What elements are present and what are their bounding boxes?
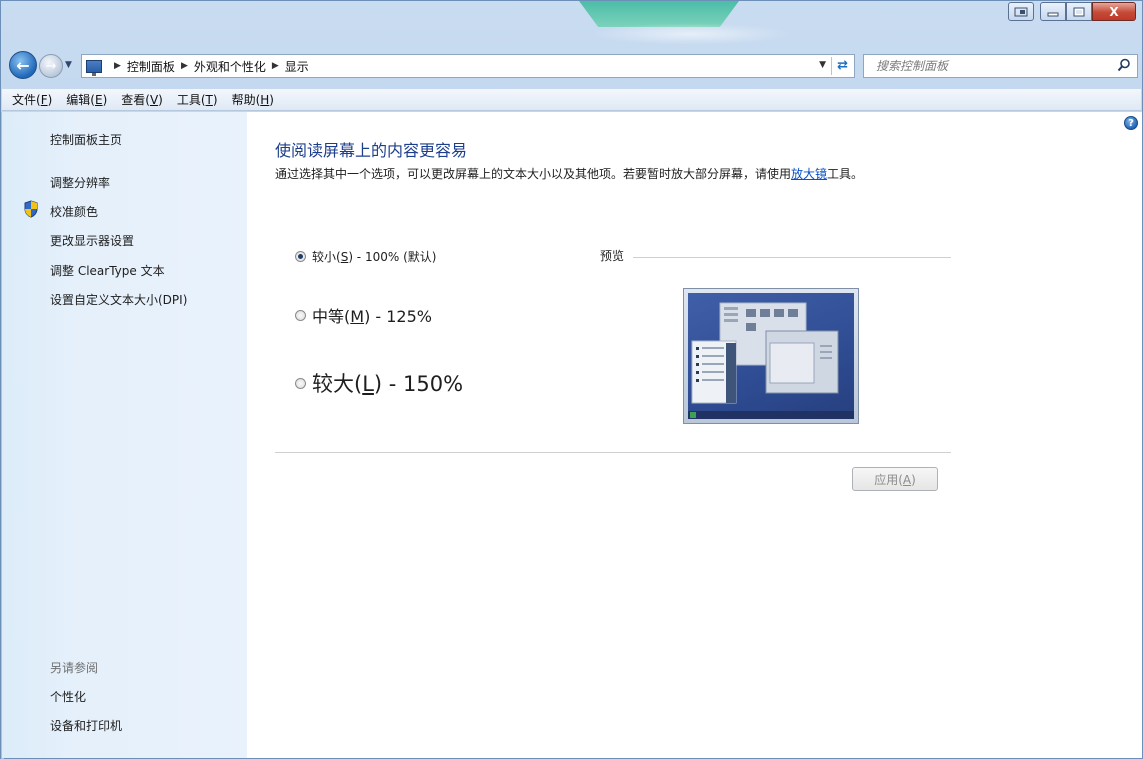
sidebar-link-cleartype[interactable]: 调整 ClearType 文本: [50, 262, 165, 279]
preview-divider: [633, 257, 951, 258]
breadcrumb-item-appearance[interactable]: 外观和个性化: [194, 58, 266, 75]
close-button[interactable]: X: [1092, 2, 1136, 21]
maximize-icon: [1073, 7, 1085, 16]
page-title: 使阅读屏幕上的内容更容易: [275, 141, 468, 160]
see-also-heading: 另请参阅: [50, 661, 99, 675]
breadcrumb-item-control-panel[interactable]: 控制面板: [127, 58, 175, 75]
sidebar-link-personalization[interactable]: 个性化: [50, 688, 86, 705]
preview-image: [683, 288, 859, 424]
menu-item[interactable]: 工具(T): [177, 91, 218, 108]
address-dropdown-icon[interactable]: ▼: [819, 60, 826, 70]
refresh-icon[interactable]: ⇄: [837, 58, 848, 73]
search-box[interactable]: [863, 54, 1138, 78]
menu-bar: 文件(F) 编辑(E) 查看(V) 工具(T) 帮助(H): [2, 89, 1141, 111]
option-smaller-label: 较小(S) - 100% (默认): [312, 250, 437, 264]
back-arrow-icon: ←: [16, 55, 30, 75]
breadcrumb-separator-icon[interactable]: ▶: [272, 61, 279, 71]
menu-item[interactable]: 文件(F): [12, 91, 52, 108]
caption-buttons: X: [1008, 2, 1136, 21]
option-medium-label: 中等(M) - 125%: [312, 307, 432, 326]
page-description: 通过选择其中一个选项，可以更改屏幕上的文本大小以及其他项。若要暂时放大部分屏幕，…: [275, 166, 955, 183]
forward-button[interactable]: →: [39, 54, 63, 78]
back-button[interactable]: ←: [9, 51, 37, 79]
option-smaller[interactable]: 较小(S) - 100% (默认): [295, 248, 436, 265]
sidebar-link-home[interactable]: 控制面板主页: [50, 131, 122, 148]
forward-arrow-icon: →: [45, 58, 57, 74]
preview-label: 预览: [600, 249, 625, 263]
radio-medium[interactable]: [295, 309, 306, 321]
address-bar[interactable]: ▶ 控制面板 ▶ 外观和个性化 ▶ 显示 ▼ ⇄: [81, 54, 855, 78]
content-pane: ? 使阅读屏幕上的内容更容易 通过选择其中一个选项，可以更改屏幕上的文本大小以及…: [247, 112, 1142, 758]
minimize-icon: [1047, 12, 1059, 16]
breadcrumb-item-display[interactable]: 显示: [285, 58, 309, 75]
sidebar-link-custom-dpi[interactable]: 设置自定义文本大小(DPI): [50, 291, 187, 308]
breadcrumb-separator-icon[interactable]: ▶: [114, 61, 121, 71]
search-input[interactable]: [876, 59, 1106, 73]
history-dropdown-icon[interactable]: ▼: [65, 60, 72, 70]
close-icon: X: [1109, 4, 1119, 19]
sidebar-link-devices-printers[interactable]: 设备和打印机: [50, 717, 122, 734]
menu-item[interactable]: 查看(V): [121, 91, 163, 108]
restore-small-button[interactable]: [1008, 2, 1034, 21]
preview-illustration: [688, 302, 854, 419]
search-icon[interactable]: [1117, 58, 1131, 72]
sidebar-link-resolution[interactable]: 调整分辨率: [50, 174, 110, 191]
sidebar-link-calibrate-color[interactable]: 校准颜色: [50, 203, 98, 220]
address-divider: [831, 57, 832, 75]
option-larger-label: 较大(L) - 150%: [312, 372, 464, 396]
radio-smaller[interactable]: [295, 251, 306, 262]
preview-screen: [688, 293, 854, 419]
control-panel-icon: [86, 59, 102, 76]
description-tail: 工具。: [827, 167, 864, 181]
breadcrumb-separator-icon[interactable]: ▶: [181, 61, 188, 71]
title-highlight: [591, 23, 791, 45]
magnifier-link[interactable]: 放大镜: [791, 167, 827, 181]
option-medium[interactable]: 中等(M) - 125%: [295, 303, 432, 327]
apply-button[interactable]: 应用(A): [852, 467, 938, 491]
radio-larger[interactable]: [295, 377, 306, 389]
breadcrumb: ▶ 控制面板 ▶ 外观和个性化 ▶ 显示: [108, 58, 309, 75]
option-larger[interactable]: 较大(L) - 150%: [295, 368, 463, 398]
task-pane: 控制面板主页 调整分辨率 校准颜色 更改显示器设置 调整 ClearType 文…: [2, 112, 247, 758]
navigation-bar: ← → ▼ ▶ 控制面板 ▶ 外观和个性化 ▶ 显示 ▼ ⇄: [1, 45, 1142, 83]
control-panel-window: X ← → ▼ ▶ 控制面板 ▶ 外观和个性化 ▶ 显示 ▼ ⇄ 搜索控制面板 …: [0, 0, 1143, 759]
maximize-button[interactable]: [1066, 2, 1092, 21]
description-text: 通过选择其中一个选项，可以更改屏幕上的文本大小以及其他项。若要暂时放大部分屏幕，…: [275, 167, 792, 181]
section-divider: [275, 452, 951, 453]
uac-shield-icon: [24, 200, 38, 218]
minimize-button[interactable]: [1040, 2, 1066, 21]
help-icon[interactable]: ?: [1124, 116, 1138, 130]
menu-item[interactable]: 帮助(H): [232, 91, 274, 108]
window-switch-icon: [1014, 7, 1028, 16]
menu-item[interactable]: 编辑(E): [66, 91, 107, 108]
sidebar-link-display-settings[interactable]: 更改显示器设置: [50, 232, 134, 249]
